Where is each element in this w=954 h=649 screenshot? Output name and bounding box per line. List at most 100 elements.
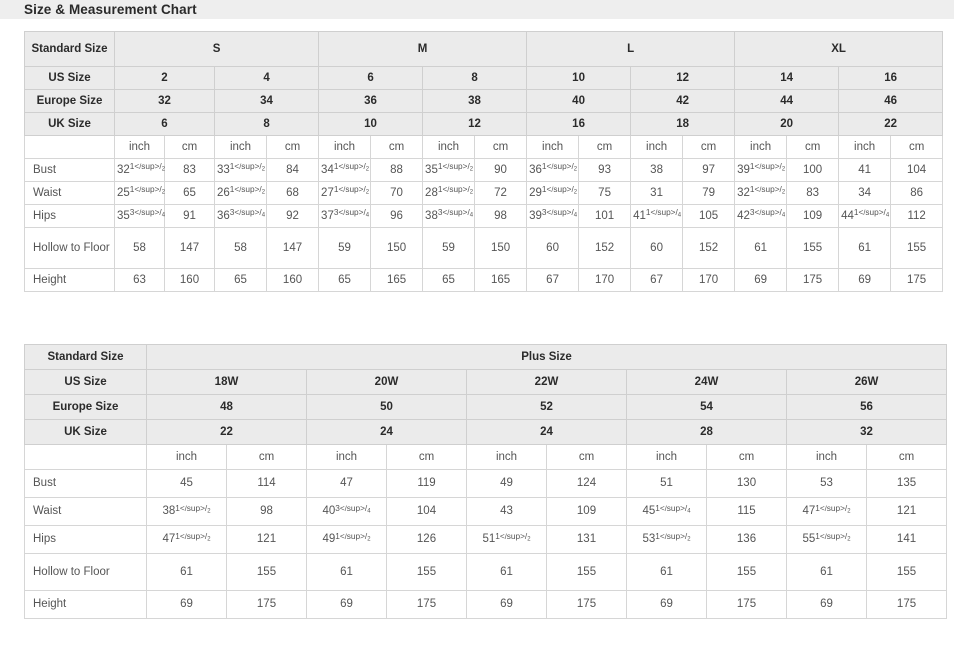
measurement-value: 155 [865, 553, 948, 591]
measurement-row: Waist 381</sup>/2 98 403</sup>/4 104 43 109 451… [24, 497, 948, 526]
measurement-value: 63 [114, 268, 165, 292]
fraction-value: 341</sup>/2 [321, 162, 370, 176]
size-value: 20 [734, 112, 840, 136]
measurement-value: 175 [865, 590, 948, 619]
fraction-value: 373</sup>/4 [321, 208, 370, 222]
measurement-value: 383</sup>/4 [422, 204, 476, 228]
measurement-value: 100 [786, 158, 840, 182]
measurement-value: 84 [265, 158, 320, 182]
measurement-value: 175 [706, 590, 787, 619]
measurement-value: 61 [734, 227, 788, 269]
measurement-row: Bust 45 114 47 119 49 124 51 130 53 135 [24, 469, 948, 498]
measurement-value: 61 [838, 227, 892, 269]
measurement-value: 150 [474, 227, 528, 269]
size-value: 40 [526, 89, 632, 113]
measurement-value: 155 [786, 227, 840, 269]
size-group-m: M [318, 31, 528, 67]
group-header-row: Standard Size S M L XL [24, 31, 944, 67]
measurement-value: 160 [164, 268, 215, 292]
measurement-value: 61 [466, 553, 547, 591]
measurement-value: 112 [890, 204, 944, 228]
unit-inch: inch [466, 444, 547, 470]
measurement-value: 109 [786, 204, 840, 228]
measurement-value: 65 [164, 181, 215, 205]
group-header-row: Standard Size Plus Size [24, 344, 948, 370]
row-label-uk-size: UK Size [24, 419, 147, 445]
fraction-value: 361</sup>/2 [529, 162, 578, 176]
measurement-value: 69 [306, 590, 387, 619]
measurement-value: 91 [164, 204, 215, 228]
measurement-value: 65 [214, 268, 267, 292]
unit-row: inch cm inch cm inch cm inch cm inch cm [24, 444, 948, 470]
measurement-value: 531</sup>/2 [626, 525, 707, 554]
measurement-value: 61 [626, 553, 707, 591]
unit-cm: cm [865, 444, 948, 470]
measurement-label-hips: Hips [24, 525, 147, 554]
measurement-value: 155 [706, 553, 787, 591]
measurement-value: 97 [682, 158, 736, 182]
measurement-value: 471</sup>/2 [786, 497, 867, 526]
measurement-value: 381</sup>/2 [146, 497, 227, 526]
unit-cm: cm [164, 135, 215, 159]
measurement-value: 363</sup>/4 [214, 204, 267, 228]
fraction-value: 291</sup>/2 [529, 185, 578, 199]
fraction-value: 531</sup>/2 [642, 531, 691, 546]
size-value: 34 [213, 89, 320, 113]
measurement-value: 114 [226, 469, 307, 498]
measurement-value: 281</sup>/2 [422, 181, 476, 205]
size-value: 10 [526, 66, 632, 90]
fraction-value: 351</sup>/2 [425, 162, 474, 176]
size-group-l: L [526, 31, 736, 67]
size-value: 52 [466, 394, 627, 420]
unit-cm: cm [682, 135, 736, 159]
unit-inch: inch [630, 135, 684, 159]
measurement-value: 69 [466, 590, 547, 619]
measurement-value: 175 [546, 590, 627, 619]
measurement-value: 393</sup>/4 [526, 204, 580, 228]
measurement-value: 152 [578, 227, 632, 269]
fraction-value: 403</sup>/4 [322, 503, 371, 518]
measurement-value: 271</sup>/2 [318, 181, 372, 205]
fraction-value: 471</sup>/2 [162, 531, 211, 546]
measurement-value: 83 [164, 158, 215, 182]
unit-inch: inch [526, 135, 580, 159]
fraction-value: 331</sup>/2 [217, 162, 266, 176]
measurement-value: 47 [306, 469, 387, 498]
page-title-bar: Size & Measurement Chart [0, 0, 954, 19]
size-value: 22 [838, 112, 944, 136]
size-value: 6 [114, 112, 215, 136]
unit-inch: inch [734, 135, 788, 159]
measurement-value: 403</sup>/4 [306, 497, 387, 526]
fraction-value: 261</sup>/2 [217, 185, 266, 199]
measurement-value: 331</sup>/2 [214, 158, 267, 182]
measurement-value: 69 [838, 268, 892, 292]
measurement-value: 61 [786, 553, 867, 591]
measurement-value: 124 [546, 469, 627, 498]
measurement-value: 83 [786, 181, 840, 205]
fraction-value: 281</sup>/2 [425, 185, 474, 199]
standard-size-table: Standard Size S M L XL US Size 2 4 6 8 10 12 14 16 Eur… [24, 31, 944, 292]
unit-cm: cm [706, 444, 787, 470]
size-row: UK Size 22 24 24 28 32 [24, 419, 948, 445]
row-label-uk-size: UK Size [24, 112, 115, 136]
measurement-value: 136 [706, 525, 787, 554]
fraction-value: 423</sup>/4 [737, 208, 786, 222]
size-value: 32 [785, 419, 948, 445]
measurement-value: 69 [146, 590, 227, 619]
measurement-label-bust: Bust [24, 158, 115, 182]
measurement-value: 60 [526, 227, 580, 269]
measurement-value: 69 [786, 590, 867, 619]
measurement-value: 69 [734, 268, 788, 292]
measurement-value: 321</sup>/2 [734, 181, 788, 205]
fraction-value: 383</sup>/4 [425, 208, 474, 222]
unit-inch: inch [306, 444, 387, 470]
size-value: 8 [213, 112, 320, 136]
measurement-label-bust: Bust [24, 469, 147, 498]
size-row: UK Size 6 8 10 12 16 18 20 22 [24, 112, 944, 136]
measurement-value: 491</sup>/2 [306, 525, 387, 554]
measurement-value: 441</sup>/4 [838, 204, 892, 228]
standard-size-table-body: Standard Size S M L XL US Size 2 4 6 8 10 12 14 16 Eur… [24, 31, 944, 292]
size-value: 32 [114, 89, 215, 113]
measurement-value: 391</sup>/2 [734, 158, 788, 182]
measurement-row: Height 63 160 65 160 65 165 65 165 67 170 67 170 69 17… [24, 268, 944, 292]
